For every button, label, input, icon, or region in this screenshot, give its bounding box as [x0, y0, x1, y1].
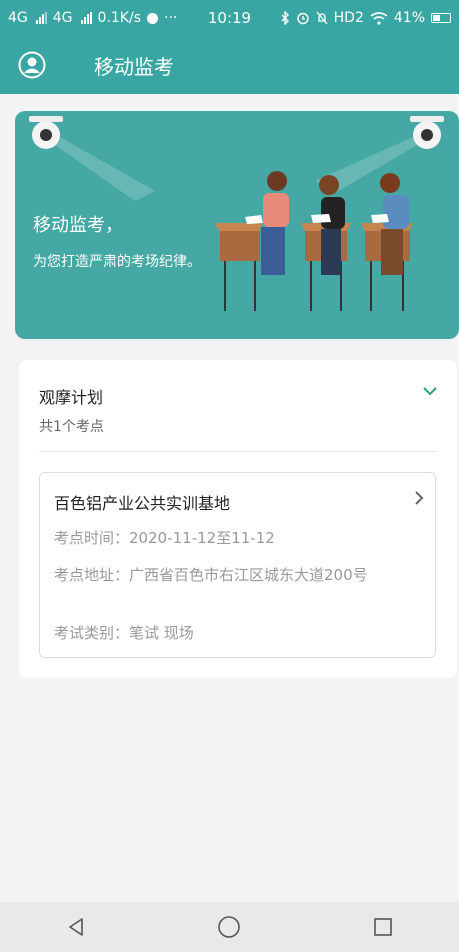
- site-count: 共1个考点: [39, 419, 104, 435]
- camera-icon-left: [29, 116, 155, 201]
- system-nav-bar: [0, 902, 459, 952]
- chevron-down-icon[interactable]: [421, 382, 439, 401]
- banner-subtitle: 为您打造严肃的考场纪律。: [33, 254, 201, 270]
- address-value: 广西省百色市右江区城东大道200号: [129, 566, 368, 584]
- alarm-icon: [296, 12, 309, 25]
- banner-headline: 移动监考，: [33, 215, 123, 236]
- exam-site-card[interactable]: 百色铝产业公共实训基地 考点时间： 2020-11-12至11-12 考点地址：…: [39, 472, 436, 658]
- notification-icon: [147, 12, 158, 24]
- bluetooth-icon: [281, 11, 289, 25]
- status-bar: 4G 4G 0.1K/s ··· 10:19 HD2 41%: [0, 0, 459, 36]
- chevron-right-icon: [413, 489, 425, 511]
- wifi-icon: [370, 11, 388, 25]
- app-bar: 移动监考: [0, 36, 459, 94]
- hd-label: HD2: [333, 10, 364, 26]
- site-time-row: 考点时间： 2020-11-12至11-12: [54, 528, 425, 548]
- battery-percent: 41%: [393, 10, 425, 26]
- signal-icon: [35, 12, 47, 24]
- back-icon[interactable]: [65, 916, 87, 938]
- site-name: 百色铝产业公共实训基地: [54, 494, 231, 513]
- more-dots: ···: [164, 10, 178, 26]
- battery-icon: [431, 13, 451, 23]
- time-value: 2020-11-12至11-12: [129, 529, 275, 547]
- user-avatar-icon[interactable]: [18, 51, 46, 79]
- type-value: 笔试 现场: [129, 624, 194, 642]
- sim1-label: 4G: [8, 10, 28, 26]
- site-address-row: 考点地址： 广西省百色市右江区城东大道200号: [54, 565, 425, 585]
- plan-title: 观摩计划: [39, 388, 104, 407]
- page-title: 移动监考: [94, 54, 174, 79]
- time-label: 考点时间：: [54, 529, 130, 547]
- address-label: 考点地址：: [54, 566, 130, 584]
- site-type-row: 考试类别： 笔试 现场: [54, 623, 425, 643]
- home-icon[interactable]: [217, 915, 241, 939]
- signal-icon-2: [80, 12, 92, 24]
- net-speed: 0.1K/s: [97, 10, 141, 26]
- status-right: HD2 41%: [281, 10, 451, 26]
- mute-icon: [316, 11, 328, 25]
- plan-card: 观摩计划 共1个考点 百色铝产业公共实训基地 考点时间： 2020-11-12至…: [19, 360, 457, 678]
- sim2-label: 4G: [52, 10, 73, 26]
- status-left: 4G 4G 0.1K/s ···: [8, 10, 177, 26]
- type-label: 考试类别：: [54, 624, 130, 642]
- divider: [39, 451, 437, 452]
- hero-banner: 移动监考， 为您打造严肃的考场纪律。: [15, 111, 459, 339]
- recents-icon[interactable]: [372, 916, 394, 938]
